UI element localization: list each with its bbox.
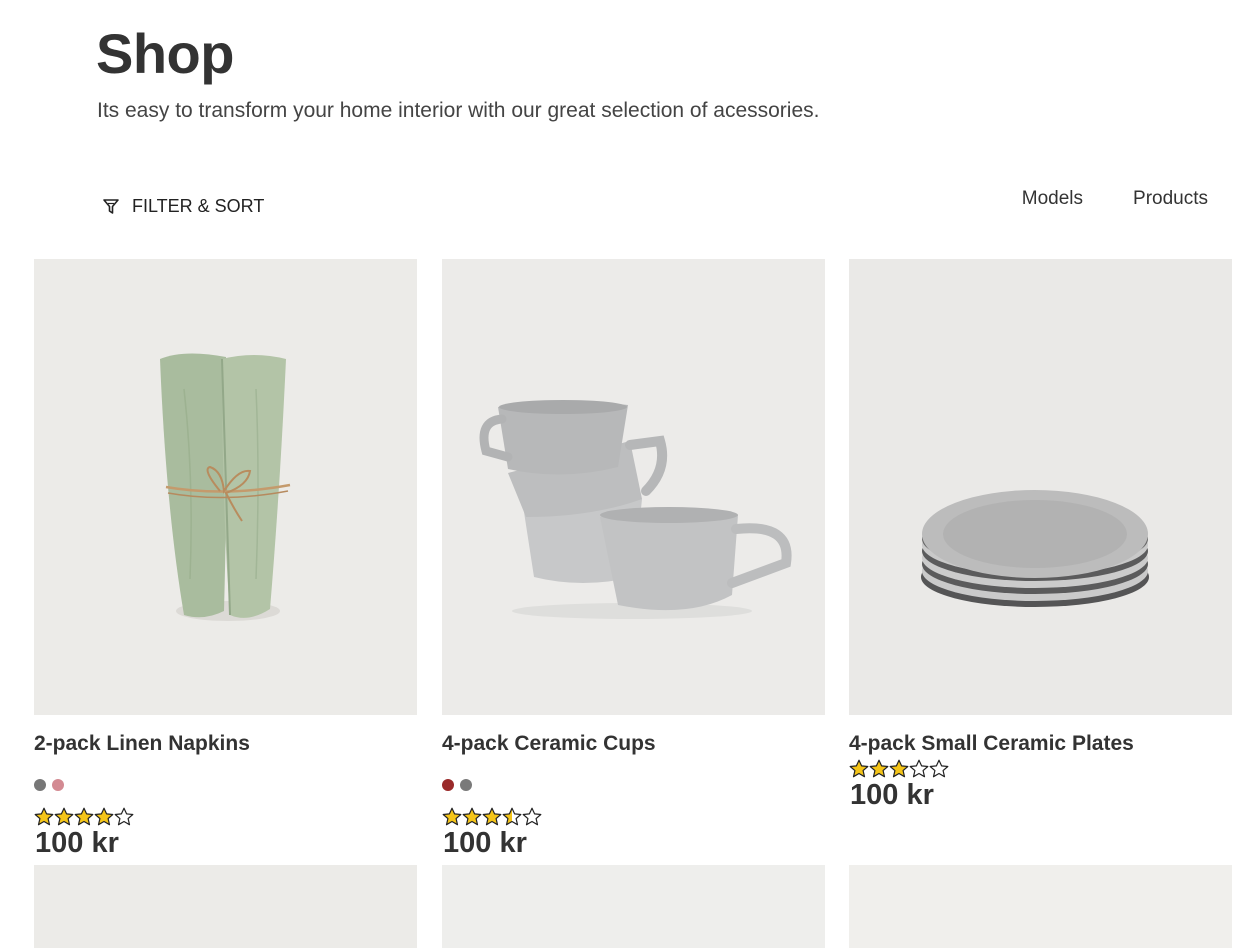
product-card[interactable]	[849, 865, 1232, 948]
product-price: 100 kr	[850, 779, 934, 811]
star-empty-icon	[114, 807, 134, 826]
color-swatches	[34, 779, 64, 791]
star-empty-icon	[522, 807, 542, 826]
product-name[interactable]: 2-pack Linen Napkins	[34, 732, 250, 756]
product-image-cups[interactable]	[442, 259, 825, 715]
product-name[interactable]: 4-pack Small Ceramic Plates	[849, 732, 1134, 756]
filter-sort-label: FILTER & SORT	[132, 196, 265, 216]
shop-page: Shop Its easy to transform your home int…	[0, 0, 1253, 948]
product-card[interactable]: 4-pack Small Ceramic Plates 100 kr	[849, 259, 1232, 811]
star-filled-icon	[34, 807, 54, 826]
product-price: 100 kr	[443, 827, 527, 859]
star-filled-icon	[869, 759, 889, 778]
star-empty-icon	[909, 759, 929, 778]
funnel-icon	[102, 198, 120, 216]
view-toggle: Models Products	[1022, 188, 1208, 210]
star-filled-icon	[54, 807, 74, 826]
product-price: 100 kr	[35, 827, 119, 859]
color-swatch[interactable]	[52, 779, 64, 791]
product-image-plates[interactable]	[849, 259, 1232, 715]
star-filled-icon	[482, 807, 502, 826]
product-card[interactable]: 2-pack Linen Napkins 100 kr	[34, 259, 417, 859]
color-swatch[interactable]	[460, 779, 472, 791]
view-models-link[interactable]: Models	[1022, 188, 1083, 210]
star-filled-icon	[849, 759, 869, 778]
product-card[interactable]	[34, 865, 417, 948]
product-name[interactable]: 4-pack Ceramic Cups	[442, 732, 656, 756]
star-empty-icon	[929, 759, 949, 778]
color-swatches	[442, 779, 472, 791]
view-products-link[interactable]: Products	[1133, 188, 1208, 210]
filter-sort-button[interactable]: FILTER & SORT	[102, 196, 264, 217]
star-rating	[34, 807, 134, 827]
star-half-icon	[502, 807, 522, 826]
star-filled-icon	[889, 759, 909, 778]
product-image[interactable]	[849, 865, 1232, 948]
product-card[interactable]: 4-pack Ceramic Cups 100 kr	[442, 259, 825, 859]
star-filled-icon	[462, 807, 482, 826]
color-swatch[interactable]	[442, 779, 454, 791]
star-rating	[442, 807, 542, 827]
star-rating	[849, 759, 949, 779]
product-image-napkins[interactable]	[34, 259, 417, 715]
product-image[interactable]	[442, 865, 825, 948]
page-title: Shop	[96, 22, 234, 85]
product-card[interactable]	[442, 865, 825, 948]
star-filled-icon	[74, 807, 94, 826]
star-filled-icon	[94, 807, 114, 826]
page-subtitle: Its easy to transform your home interior…	[97, 99, 820, 122]
product-image[interactable]	[34, 865, 417, 948]
color-swatch[interactable]	[34, 779, 46, 791]
star-filled-icon	[442, 807, 462, 826]
